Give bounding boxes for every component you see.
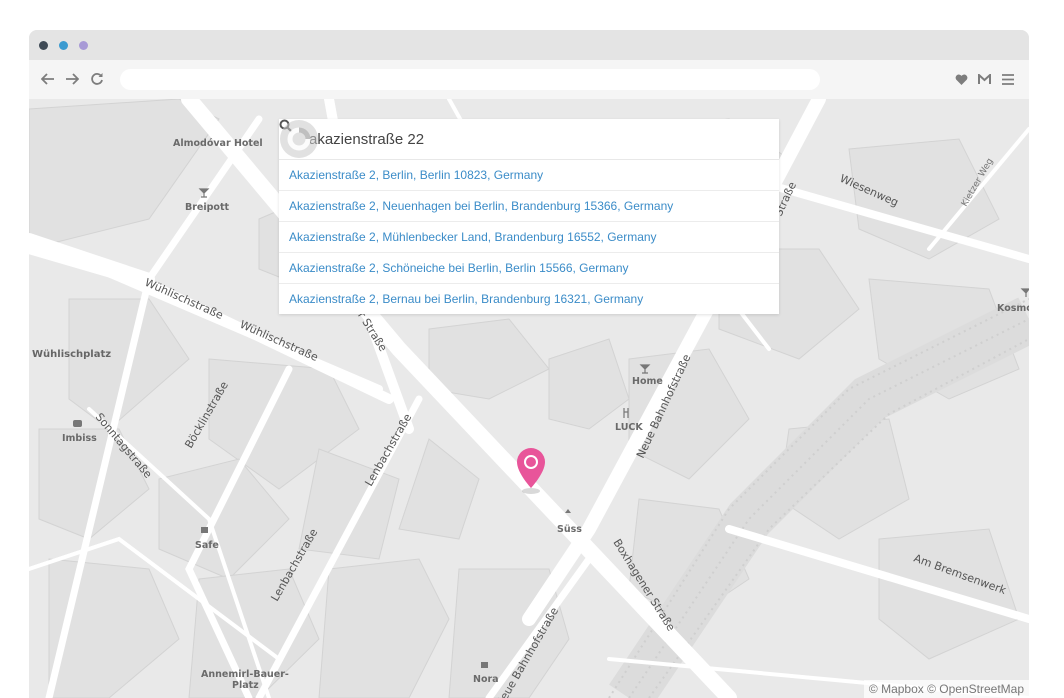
fastfood-icon <box>73 420 82 427</box>
poi-label-breipott: Breipott <box>185 202 229 213</box>
map-attribution: © Mapbox © OpenStreetMap <box>863 680 1029 698</box>
gmail-icon[interactable] <box>976 60 992 99</box>
browser-window: Wühlischstraße Wühlischstraße Wühlischpl… <box>29 30 1029 698</box>
osm-attribution-link[interactable]: © OpenStreetMap <box>927 682 1024 696</box>
poi-label-kosmos: Kosmo <box>997 303 1029 314</box>
reload-icon[interactable] <box>88 60 106 99</box>
forward-arrow-icon[interactable] <box>63 60 81 99</box>
geocoder-search-input[interactable] <box>309 119 749 159</box>
back-arrow-icon[interactable] <box>39 60 57 99</box>
poi-label-suess: Süss <box>557 524 582 535</box>
geocoder-result[interactable]: Akazienstraße 2, Neuenhagen bei Berlin, … <box>279 191 779 222</box>
poi-label-luck: LUCK <box>615 422 643 433</box>
poi-label-nora: Nora <box>473 674 499 685</box>
geocoder-control: Akazienstraße 2, Berlin, Berlin 10823, G… <box>279 119 779 314</box>
poi-label-imbiss: Imbiss <box>62 433 97 444</box>
mapbox-attribution-link[interactable]: © Mapbox <box>869 682 924 696</box>
geocoder-result[interactable]: Akazienstraße 2, Schöneiche bei Berlin, … <box>279 253 779 284</box>
browser-toolbar <box>29 60 1029 100</box>
street-label-wuehlischplatz: Wühlischplatz <box>32 349 111 360</box>
title-bar <box>29 30 1029 60</box>
loading-spinner-icon <box>280 120 318 158</box>
hamburger-menu-icon[interactable] <box>1000 60 1016 99</box>
window-close-dot[interactable] <box>39 41 48 50</box>
geocoder-input-row <box>279 119 779 160</box>
location-pin-icon[interactable] <box>514 446 548 496</box>
window-maximize-dot[interactable] <box>79 41 88 50</box>
geocoder-result[interactable]: Akazienstraße 2, Bernau bei Berlin, Bran… <box>279 284 779 314</box>
url-bar[interactable] <box>120 69 820 90</box>
poi-label-almodovar: Almodóvar Hotel <box>173 138 263 149</box>
poi-label-annemirl-2: Platz <box>232 680 259 691</box>
map-canvas[interactable]: Wühlischstraße Wühlischstraße Wühlischpl… <box>29 99 1029 698</box>
geocoder-results-list: Akazienstraße 2, Berlin, Berlin 10823, G… <box>279 160 779 314</box>
cafe-icon-nora <box>481 662 488 668</box>
window-minimize-dot[interactable] <box>59 41 68 50</box>
cafe-icon <box>201 527 208 533</box>
heart-icon[interactable] <box>953 60 969 99</box>
poi-label-home: Home <box>632 376 663 387</box>
poi-label-safe: Safe <box>195 540 219 551</box>
poi-label-annemirl-1: Annemirl-Bauer- <box>201 669 289 680</box>
geocoder-result[interactable]: Akazienstraße 2, Berlin, Berlin 10823, G… <box>279 160 779 191</box>
geocoder-result[interactable]: Akazienstraße 2, Mühlenbecker Land, Bran… <box>279 222 779 253</box>
